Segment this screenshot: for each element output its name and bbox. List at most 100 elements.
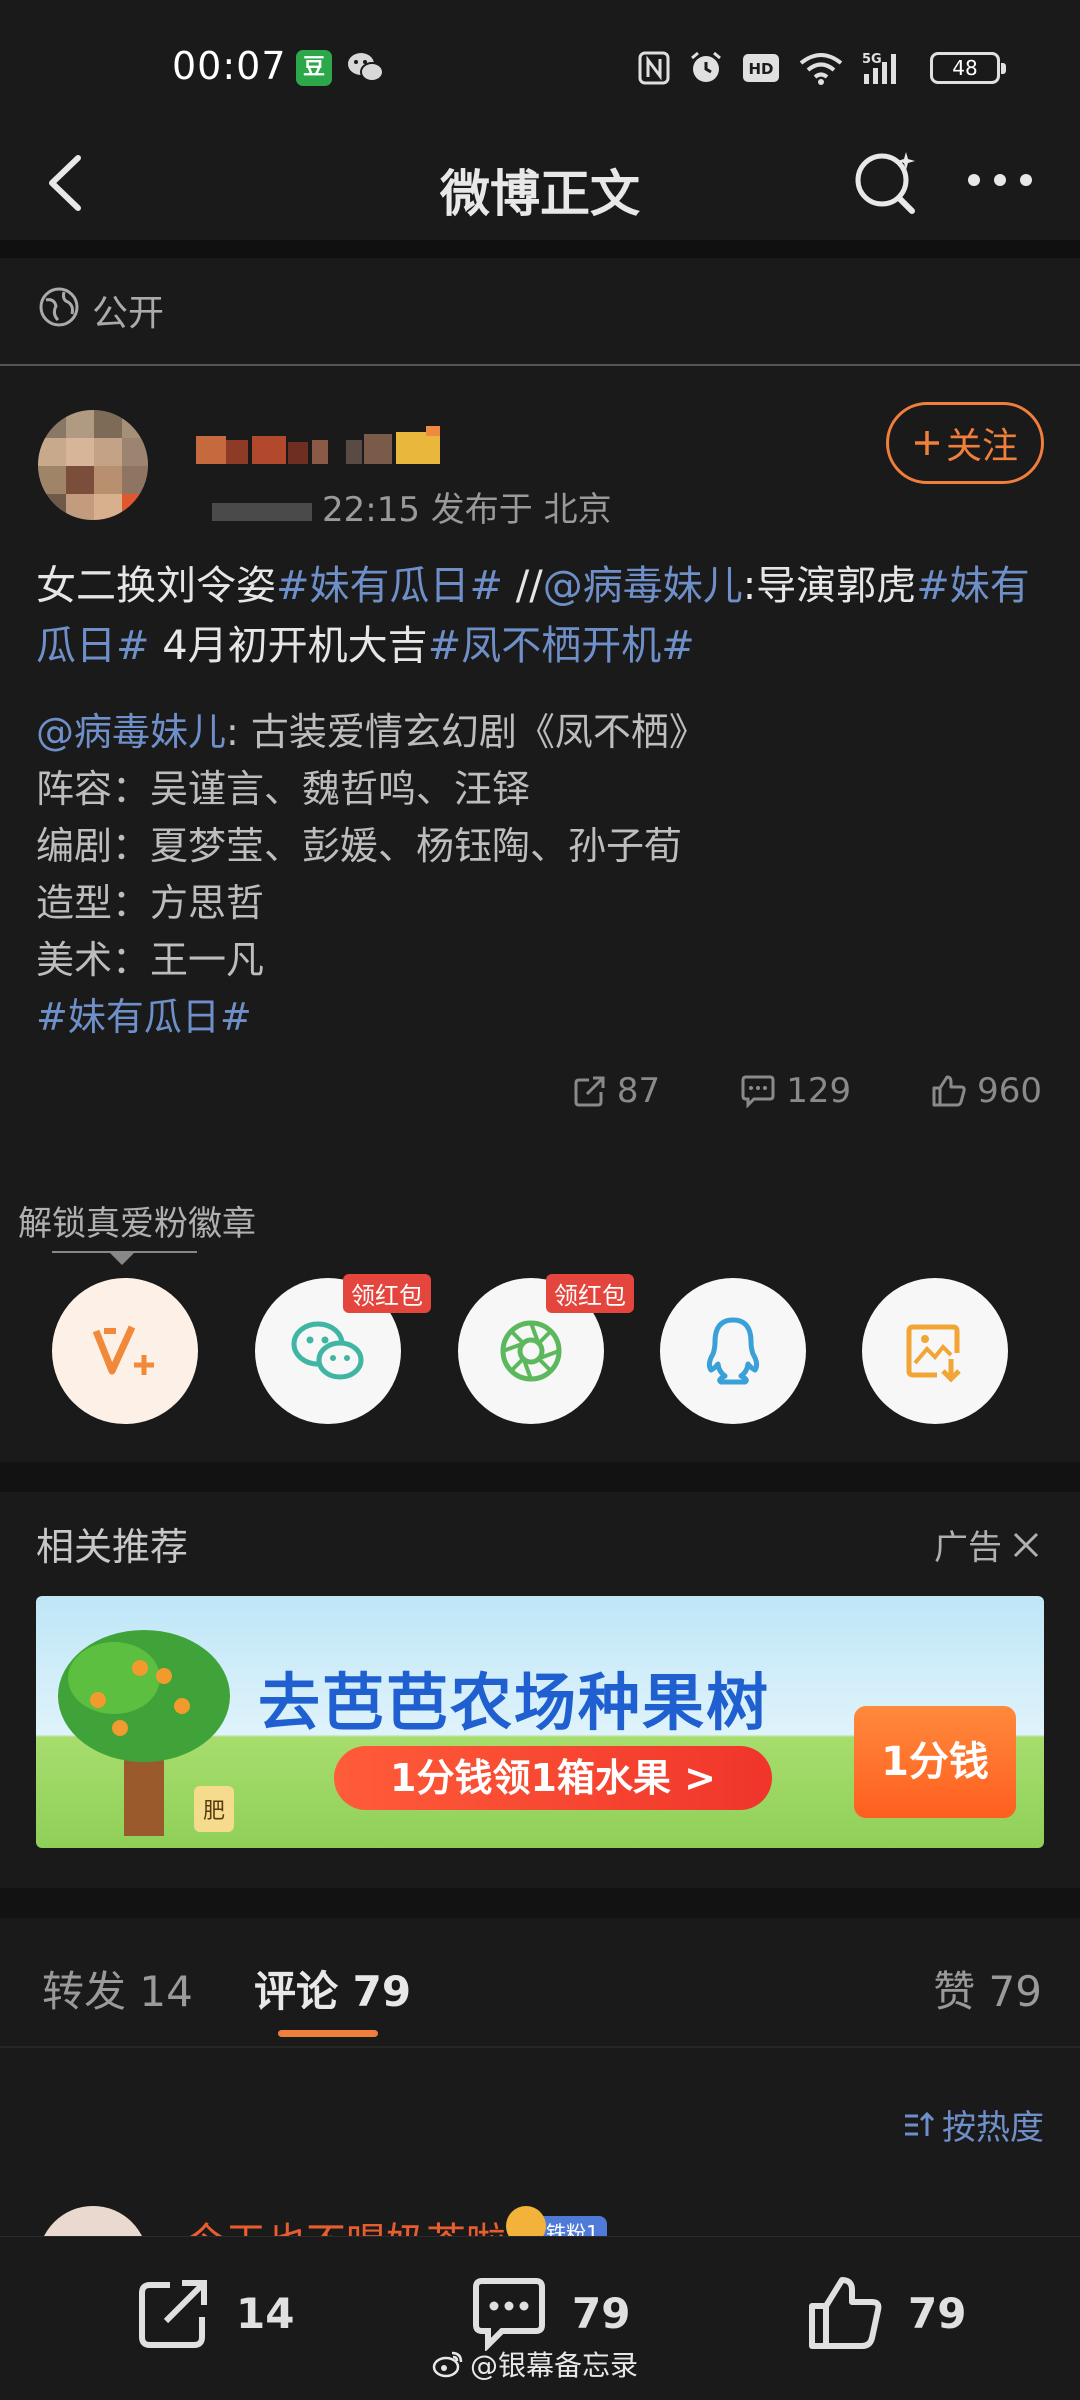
section-divider [0,1888,1080,1918]
follow-label: 关注 [945,426,1018,467]
sort-toggle[interactable]: 按热度 [902,2100,1044,2149]
moments-icon [500,1320,562,1382]
repost-line-styling: 造型：方思哲 [36,881,265,925]
related-section-title: 相关推荐 [36,1525,189,1569]
share-vip-fan-button[interactable] [52,1278,198,1424]
author-avatar[interactable] [38,410,148,520]
red-packet-badge: 领红包 [546,1274,634,1313]
like-icon [809,2277,882,2349]
section-divider [0,240,1080,258]
weibo-logo-icon [432,2351,463,2378]
hashtag-link[interactable]: #妹有瓜日# [276,563,503,609]
unlock-badge-label: 解锁真爱粉徽章 [18,1204,256,1244]
post-text-part: 4月初开机大吉 [149,623,428,669]
share-row: 领红包 领红包 [0,1274,1080,1426]
ad-title: 去芭芭农场种果树 [258,1666,771,1739]
comments-count[interactable]: 129 [740,1071,851,1111]
repost-first-line: @病毒妹儿: 古装爱情玄幻剧《凤不栖》 [36,704,1046,761]
svg-text:5G: 5G [862,52,882,67]
save-image-icon [906,1324,961,1383]
reposts-count[interactable]: 87 [573,1071,660,1111]
hashtag-link[interactable]: #妹有瓜日# [36,989,1046,1046]
repost-line-cast: 阵容：吴谨言、魏哲鸣、汪铎 [36,767,531,811]
watermark-text: @银幕备忘录 [470,2349,639,2382]
plus-icon [914,431,939,455]
bottom-like-count: 79 [908,2288,967,2338]
more-icon[interactable] [960,160,1040,200]
visibility-row: 公开 [0,258,1080,364]
ad-cta-button[interactable]: 1分钱领1箱水果 > [334,1746,772,1810]
post-text-part: // [503,563,543,609]
close-icon[interactable] [1012,1531,1040,1559]
v-plus-icon [92,1325,154,1375]
bottom-repost-count: 14 [236,2288,295,2338]
visibility-label: 公开 [92,293,165,334]
douban-icon: 豆 [296,50,332,86]
nfc-icon [638,51,670,85]
interaction-tabs: 转发 14 评论 79 赞 79 [0,1918,1080,2044]
fertilizer-label: 肥 [203,1799,225,1824]
author-name-blurred[interactable] [196,426,508,466]
sort-icon [905,2111,935,2136]
caret-down-icon [108,1251,136,1265]
mention-link[interactable]: @病毒妹儿 [543,563,743,609]
wifi-icon [799,53,843,85]
repost-icon [139,2280,207,2348]
watermark: @银幕备忘录 [432,2344,638,2384]
mention-link[interactable]: @病毒妹儿 [36,710,226,754]
active-tab-indicator [278,2030,378,2037]
post-time-blurred [212,502,312,521]
wechat-notification-icon [348,53,384,82]
tab-comments[interactable]: 评论 79 [254,1958,411,2019]
post-meta-text: 22:15 发布于 北京 [322,490,612,530]
divider-line [0,364,1080,366]
repost-first-line-rest: : 古装爱情玄幻剧《凤不栖》 [226,710,707,754]
follow-button[interactable]: 关注 [886,402,1044,484]
likes-count[interactable]: 960 [931,1071,1042,1111]
bottom-comment-count: 79 [572,2288,631,2338]
red-packet-badge: 领红包 [343,1274,431,1313]
reposts-count-value: 87 [616,1071,661,1111]
like-icon [932,1075,966,1107]
ad-banner[interactable]: 肥 去芭芭农场种果树 1分钱领1箱水果 > 1分钱 [36,1596,1044,1848]
top-nav: 微博正文 [0,130,1080,240]
wechat-icon [291,1321,364,1380]
tab-reposts[interactable]: 转发 14 [42,1958,193,2019]
share-qq-button[interactable] [660,1278,806,1424]
tab-likes[interactable]: 赞 79 [933,1958,1042,2019]
comments-count-value: 129 [786,1071,852,1111]
bottom-comment-button[interactable]: 79 [470,2273,630,2353]
reposted-content[interactable]: @病毒妹儿: 古装爱情玄幻剧《凤不栖》 阵容：吴谨言、魏哲鸣、汪铎 编剧：夏梦莹… [36,704,1046,1046]
status-bar: 00:07 豆 HD 5G 48 [0,0,1080,130]
globe-icon [39,287,79,327]
share-wechat-button[interactable]: 领红包 [255,1274,431,1424]
ad-fruit-box: 1分钱 [854,1706,1016,1818]
likes-count-value: 960 [977,1071,1042,1111]
ad-label: 广告 [934,1528,1002,1568]
ad-close-control[interactable]: 广告 [934,1520,1040,1569]
repost-icon [574,1076,605,1107]
bottom-repost-button[interactable]: 14 [136,2273,294,2353]
status-time: 00:07 [172,44,287,88]
section-divider [0,1462,1080,1492]
alarm-icon [691,51,721,82]
share-moments-button[interactable]: 领红包 [458,1274,634,1424]
hashtag-link[interactable]: #凤不栖开机# [428,623,695,669]
signal-icon: 5G [862,52,896,84]
post-text-part: 女二换刘令姿 [36,563,276,609]
repost-line-writers: 编剧：夏梦莹、彭媛、杨钰陶、孙子荀 [36,824,683,868]
bottom-like-button[interactable]: 79 [806,2273,966,2353]
sort-label: 按热度 [942,2108,1044,2148]
search-icon[interactable] [846,142,926,222]
battery-indicator: 48 [930,52,1006,84]
svg-text:HD: HD [748,60,773,78]
post-text-part: :导演郭虎 [742,563,917,609]
hd-icon: HD [743,54,779,82]
post-meta: 22:15 发布于 北京 [212,482,612,531]
fruit-tree-illustration: 肥 [58,1630,234,1836]
repost-line-art: 美术：王一凡 [36,938,265,982]
status-icons: HD 5G 48 [638,46,1006,90]
share-save-image-button[interactable] [862,1278,1008,1424]
repost-stats: 87 129 960 [573,1066,1042,1116]
comment-icon [473,2278,545,2351]
